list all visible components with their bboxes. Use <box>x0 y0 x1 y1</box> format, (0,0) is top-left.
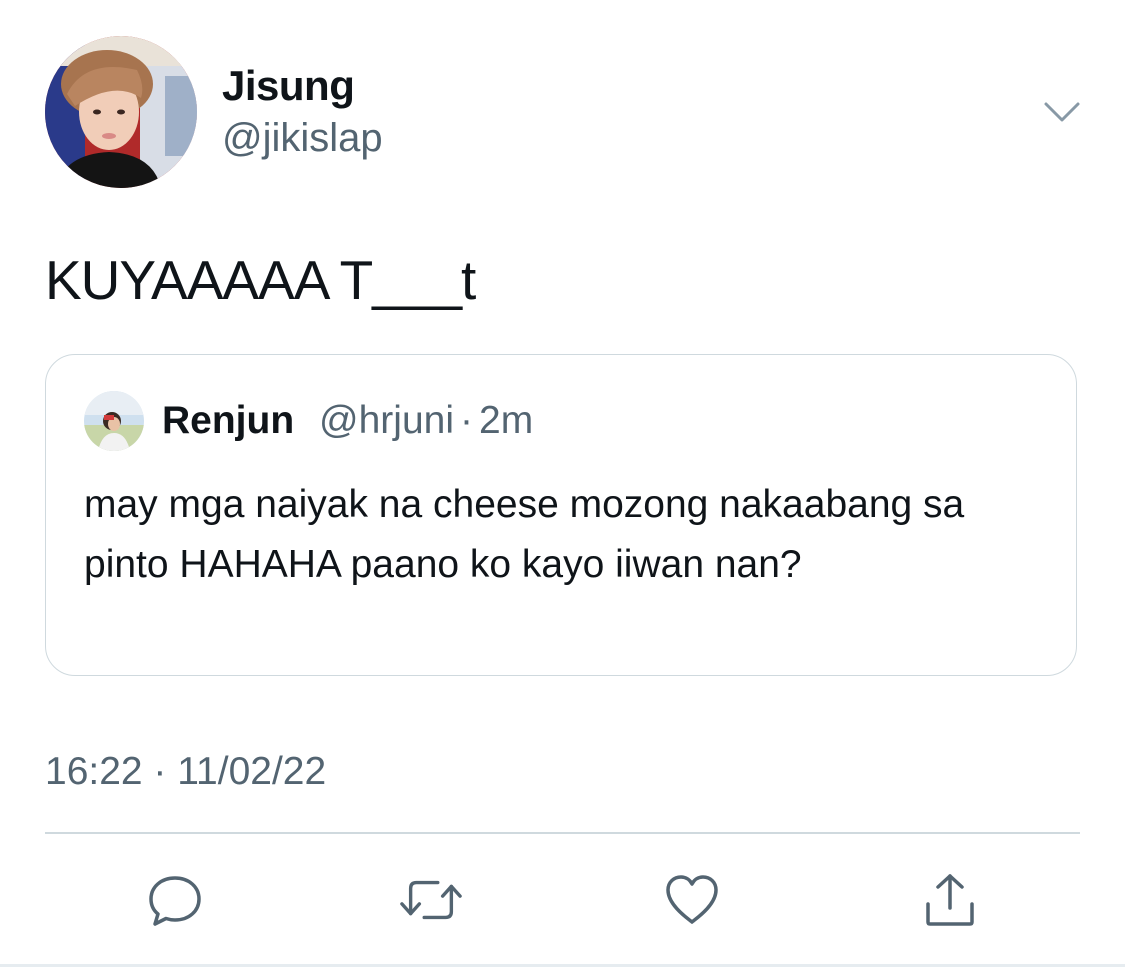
author-avatar[interactable] <box>45 36 197 188</box>
author-handle[interactable]: @jikislap <box>222 116 383 161</box>
share-button[interactable] <box>918 868 982 932</box>
quoted-author-name[interactable]: Renjun <box>162 399 294 442</box>
quoted-tweet-card[interactable]: Renjun @hrjuni · 2m may mga naiyak na chee… <box>45 354 1077 676</box>
reply-button[interactable] <box>143 868 207 932</box>
share-upload-icon <box>926 874 974 926</box>
author-name[interactable]: Jisung <box>222 62 355 110</box>
more-options-button[interactable] <box>1038 92 1086 132</box>
quoted-author-handle[interactable]: @hrjuni <box>319 399 454 442</box>
like-button[interactable] <box>660 868 724 932</box>
quoted-author-avatar[interactable] <box>84 391 144 451</box>
quoted-time[interactable]: 2m <box>479 399 533 442</box>
retweet-button[interactable] <box>399 868 463 932</box>
quoted-tweet-header: Renjun @hrjuni · 2m <box>162 399 533 443</box>
tweet-text: KUYAAAAA T___t <box>45 249 476 311</box>
divider <box>45 832 1080 834</box>
quoted-tweet-text: may mga naiyak na cheese mozong nakaaban… <box>84 483 965 586</box>
tweet-timestamp[interactable]: 16:22 · 11/02/22 <box>45 750 326 794</box>
heart-icon <box>666 875 718 924</box>
retweet-arrows-icon <box>400 880 462 920</box>
chevron-down-icon <box>1044 102 1080 122</box>
quoted-separator: · <box>460 399 473 442</box>
reply-bubble-icon <box>149 876 201 926</box>
